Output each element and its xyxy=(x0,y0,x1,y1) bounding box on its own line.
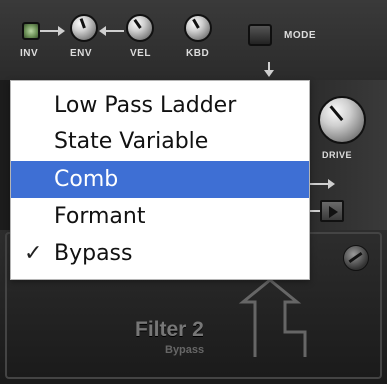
arrow-right-icon xyxy=(58,26,65,36)
menu-item-comb[interactable]: Comb xyxy=(11,161,309,198)
env-amount-knob[interactable] xyxy=(70,14,98,42)
vel-label: VEL xyxy=(130,48,151,59)
inv-env-connector xyxy=(40,30,60,32)
signal-cable-right xyxy=(310,183,328,185)
filter2-mode-subtitle: Bypass xyxy=(165,344,205,356)
menu-item-label: State Variable xyxy=(54,129,209,154)
drive-label: DRIVE xyxy=(322,150,353,160)
arrow-left-icon xyxy=(99,26,106,36)
drive-knob[interactable] xyxy=(318,96,366,144)
screw-icon xyxy=(343,245,369,271)
signal-cable-right-2 xyxy=(310,210,320,212)
menu-item-label: Bypass xyxy=(54,241,133,266)
menu-item-low-pass-ladder[interactable]: Low Pass Ladder xyxy=(11,87,309,124)
arrow-down-icon xyxy=(264,70,274,77)
mode-button[interactable] xyxy=(248,24,272,46)
play-icon xyxy=(329,206,338,218)
inv-label: INV xyxy=(20,48,39,59)
menu-item-state-variable[interactable]: State Variable xyxy=(11,123,309,160)
filter-type-menu[interactable]: Low Pass Ladder State Variable Comb Form… xyxy=(10,80,310,280)
menu-item-label: Low Pass Ladder xyxy=(54,93,237,118)
vel-knob[interactable] xyxy=(126,14,154,42)
filter-routing-arrow-icon xyxy=(238,278,307,357)
env-vel-connector xyxy=(104,30,124,32)
play-button[interactable] xyxy=(320,200,344,222)
menu-item-formant[interactable]: Formant xyxy=(11,198,309,235)
inv-toggle-button[interactable] xyxy=(22,22,40,40)
kbd-knob[interactable] xyxy=(184,14,212,42)
arrow-right-icon xyxy=(328,179,335,189)
menu-item-label: Formant xyxy=(54,204,146,229)
menu-item-bypass[interactable]: ✓ Bypass xyxy=(11,235,309,272)
checkmark-icon: ✓ xyxy=(24,241,43,266)
kbd-label: KBD xyxy=(186,48,210,59)
menu-item-label: Comb xyxy=(54,167,119,192)
filter2-title: Filter 2 xyxy=(135,318,204,341)
env-label: ENV xyxy=(70,48,93,59)
mode-label: MODE xyxy=(284,30,316,41)
